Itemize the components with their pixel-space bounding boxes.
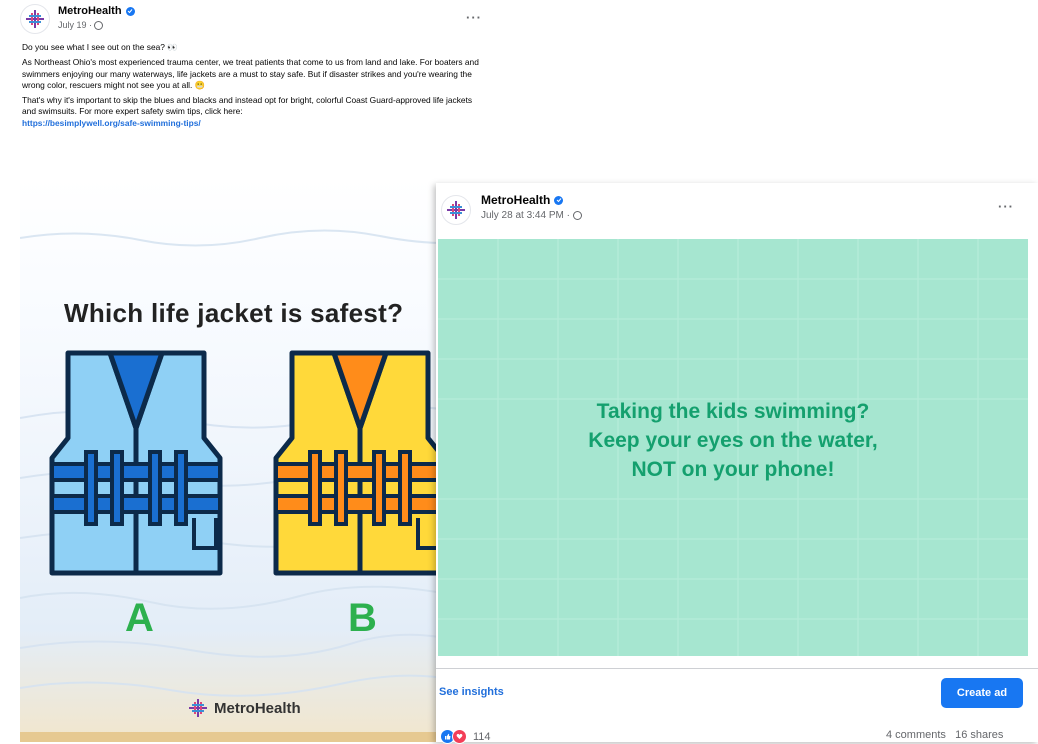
message-line-1: Taking the kids swimming? <box>596 400 870 423</box>
metrohealth-logo-icon <box>189 699 207 717</box>
post-timestamp[interactable]: July 28 at 3:44 PM · <box>481 210 582 221</box>
engagement-stats: 4 comments 16 shares <box>886 729 1003 741</box>
logo-text: MetroHealth <box>214 699 301 717</box>
globe-icon <box>94 20 104 30</box>
image-headline: Which life jacket is safest? <box>64 298 404 328</box>
option-a-label: A <box>125 596 154 640</box>
verified-badge-icon <box>554 195 564 205</box>
metrohealth-logo-icon <box>26 10 44 28</box>
post-card-life-jacket: MetroHealth July 19 · ··· Do you see wha… <box>0 0 492 742</box>
post-image-swimming[interactable]: Taking the kids swimming? Keep your eyes… <box>438 239 1028 656</box>
image-message: Taking the kids swimming? Keep your eyes… <box>438 397 1028 484</box>
author-name-link[interactable]: MetroHealth <box>58 5 122 17</box>
metrohealth-logo-icon <box>447 201 465 219</box>
post-date[interactable]: July 28 at 3:44 PM · <box>481 210 570 221</box>
page-avatar[interactable] <box>20 4 50 34</box>
message-line-3: NOT on your phone! <box>631 458 835 481</box>
message-line-2: Keep your eyes on the water, <box>588 429 878 452</box>
post-author: MetroHealth <box>58 5 135 17</box>
life-jacket-yellow-icon <box>273 350 447 576</box>
image-logo: MetroHealth <box>188 698 301 718</box>
divider <box>436 668 1038 669</box>
post-timestamp[interactable]: July 19 · <box>58 20 104 30</box>
create-ad-button[interactable]: Create ad <box>941 678 1023 708</box>
verified-badge-icon <box>125 6 135 16</box>
post-link[interactable]: https://besimplywell.org/safe-swimming-t… <box>22 118 201 128</box>
more-options-icon[interactable]: ··· <box>998 199 1014 214</box>
comments-count-link[interactable]: 4 comments <box>886 729 946 741</box>
post-paragraph-1: As Northeast Ohio's most experienced tra… <box>22 57 479 90</box>
option-b-label: B <box>348 596 377 640</box>
post-paragraph-2: That's why it's important to skip the bl… <box>22 95 473 128</box>
see-insights-link[interactable]: See insights <box>439 686 504 698</box>
reaction-count: 114 <box>473 730 491 743</box>
post-intro: Do you see what I see out on the sea? 👀 <box>22 42 178 52</box>
life-jacket-blue-icon <box>49 350 223 576</box>
post-body: Do you see what I see out on the sea? 👀 … <box>22 42 482 133</box>
author-name-link[interactable]: MetroHealth <box>481 193 550 207</box>
post-date[interactable]: July 19 · <box>58 20 92 30</box>
sand-strip <box>20 732 492 742</box>
post-author: MetroHealth <box>481 193 564 207</box>
shares-count-link[interactable]: 16 shares <box>955 729 1003 741</box>
page-avatar[interactable] <box>441 195 471 225</box>
more-options-icon[interactable]: ··· <box>466 10 482 25</box>
post-image-life-jackets[interactable]: Which life jacket is safest? A B MetroHe… <box>20 178 492 742</box>
globe-icon <box>572 211 582 220</box>
post-card-swimming: MetroHealth July 28 at 3:44 PM · ··· Tak… <box>436 183 1038 744</box>
